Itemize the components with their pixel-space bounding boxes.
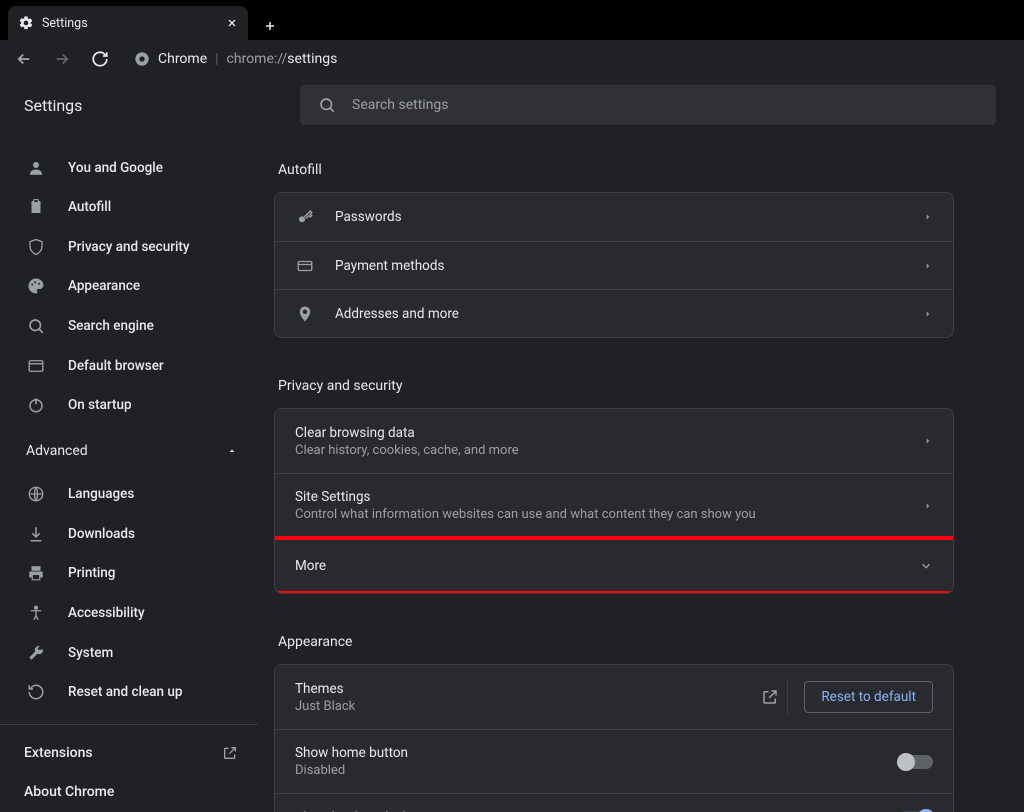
settings-app: Settings You and Google Autofill Privacy… <box>0 76 1024 812</box>
palette-icon <box>26 276 46 296</box>
appearance-card: Themes Just Black Reset to default Show … <box>274 664 954 812</box>
forward-button <box>48 45 76 73</box>
sidebar-item-printing[interactable]: Printing <box>0 554 258 594</box>
sidebar-item-default-browser[interactable]: Default browser <box>0 346 258 386</box>
sidebar-item-languages[interactable]: Languages <box>0 475 258 515</box>
sidebar-item-system[interactable]: System <box>0 633 258 673</box>
browser-toolbar: Chrome | chrome://settings <box>0 40 1024 76</box>
sidebar-item-search-engine[interactable]: Search engine <box>0 306 258 346</box>
search-icon <box>318 96 336 114</box>
open-external-icon <box>222 745 238 761</box>
row-passwords[interactable]: Passwords <box>275 193 953 241</box>
row-addresses[interactable]: Addresses and more <box>275 289 953 337</box>
sidebar-item-reset[interactable]: Reset and clean up <box>0 672 258 712</box>
accessibility-icon <box>26 603 46 623</box>
omnibox-url: chrome://settings <box>227 51 338 67</box>
row-show-bookmarks-bar[interactable]: Show bookmarks bar <box>275 793 953 812</box>
reset-theme-button[interactable]: Reset to default <box>804 681 933 713</box>
sidebar-item-extensions[interactable]: Extensions <box>0 733 258 773</box>
browser-tab-settings[interactable]: Settings <box>8 6 248 40</box>
power-icon <box>26 395 46 415</box>
close-icon[interactable] <box>226 17 238 29</box>
sidebar: You and Google Autofill Privacy and secu… <box>0 134 258 812</box>
row-more-privacy[interactable]: More <box>275 537 953 593</box>
card-icon <box>295 256 315 276</box>
chevron-up-icon <box>226 445 238 457</box>
privacy-card: Clear browsing data Clear history, cooki… <box>274 408 954 594</box>
chevron-right-icon <box>923 261 933 271</box>
download-icon <box>26 524 46 544</box>
home-button-toggle[interactable] <box>899 755 933 769</box>
address-bar[interactable]: Chrome | chrome://settings <box>124 45 1014 73</box>
gear-icon <box>18 15 34 31</box>
row-payment-methods[interactable]: Payment methods <box>275 241 953 289</box>
chevron-down-icon <box>919 559 933 573</box>
omnibox-separator: | <box>215 51 218 67</box>
clipboard-icon <box>26 197 46 217</box>
open-external-icon[interactable] <box>752 679 788 715</box>
page-title: Settings <box>0 96 300 115</box>
sidebar-item-appearance[interactable]: Appearance <box>0 267 258 307</box>
section-title-autofill: Autofill <box>278 162 954 178</box>
app-header: Settings <box>0 76 1024 134</box>
restore-icon <box>26 682 46 702</box>
row-clear-browsing-data[interactable]: Clear browsing data Clear history, cooki… <box>275 409 953 473</box>
chrome-logo-icon <box>134 51 150 67</box>
browser-icon <box>26 356 46 376</box>
chevron-right-icon <box>923 501 933 511</box>
tab-strip: Settings <box>0 0 1024 40</box>
section-title-appearance: Appearance <box>278 634 954 650</box>
wrench-icon <box>26 643 46 663</box>
tab-title: Settings <box>42 16 88 31</box>
sidebar-item-autofill[interactable]: Autofill <box>0 188 258 228</box>
reload-button[interactable] <box>86 45 114 73</box>
printer-icon <box>26 563 46 583</box>
key-icon <box>295 207 315 227</box>
new-tab-button[interactable] <box>256 12 284 40</box>
section-title-privacy: Privacy and security <box>278 378 954 394</box>
chevron-right-icon <box>923 309 933 319</box>
chevron-right-icon <box>923 212 933 222</box>
omnibox-origin-label: Chrome <box>158 51 207 67</box>
location-icon <box>295 304 315 324</box>
search-icon <box>26 316 46 336</box>
sidebar-item-on-startup[interactable]: On startup <box>0 385 258 425</box>
sidebar-item-accessibility[interactable]: Accessibility <box>0 593 258 633</box>
shield-icon <box>26 237 46 257</box>
row-themes[interactable]: Themes Just Black Reset to default <box>275 665 953 729</box>
sidebar-group-advanced[interactable]: Advanced <box>0 431 258 471</box>
sidebar-item-downloads[interactable]: Downloads <box>0 514 258 554</box>
chevron-right-icon <box>923 436 933 446</box>
back-button[interactable] <box>10 45 38 73</box>
sidebar-item-privacy[interactable]: Privacy and security <box>0 227 258 267</box>
row-site-settings[interactable]: Site Settings Control what information w… <box>275 473 953 537</box>
sidebar-divider <box>0 724 258 725</box>
search-settings[interactable] <box>300 85 996 125</box>
sidebar-item-you-and-google[interactable]: You and Google <box>0 148 258 188</box>
main-content: Autofill Passwords Payment methods <box>258 134 1024 812</box>
row-show-home-button[interactable]: Show home button Disabled <box>275 729 953 793</box>
sidebar-item-about[interactable]: About Chrome <box>0 772 258 812</box>
search-input[interactable] <box>352 97 978 113</box>
person-icon <box>26 158 46 178</box>
autofill-card: Passwords Payment methods Addresses and … <box>274 192 954 338</box>
globe-icon <box>26 484 46 504</box>
